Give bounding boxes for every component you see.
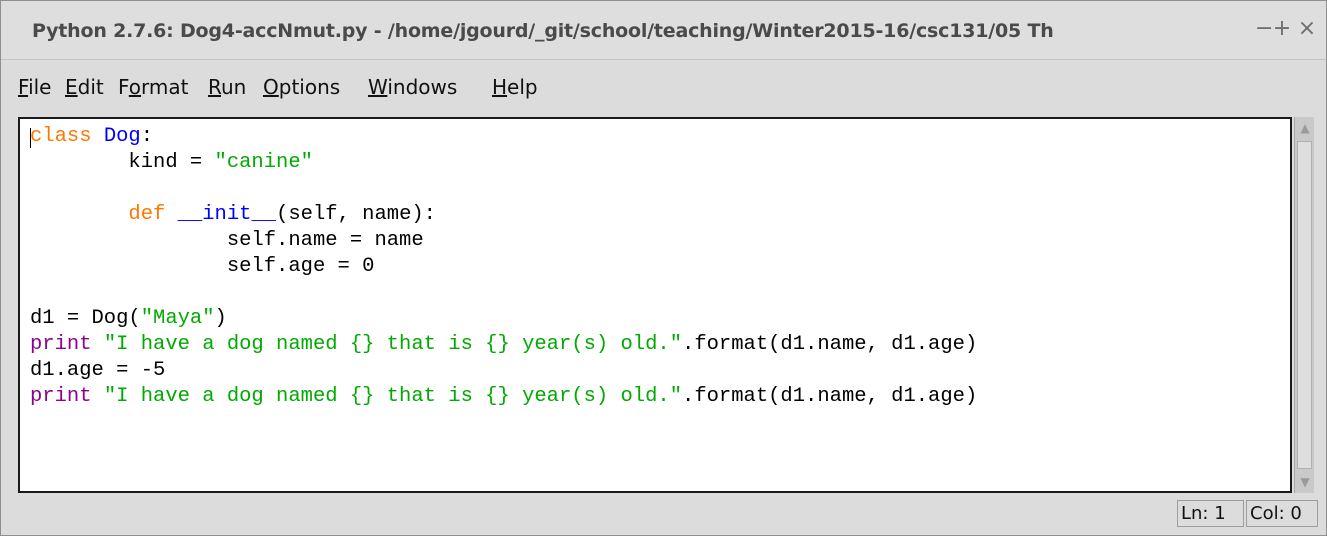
menu-run[interactable]: Run [208, 75, 246, 99]
code-token: .format(d1.name, d1.age) [682, 385, 978, 408]
code-line[interactable]: d1.age = -5 [30, 358, 977, 384]
menu-windows-mnemonic: W [368, 75, 388, 99]
code-line[interactable] [30, 176, 977, 202]
scroll-thumb[interactable] [1297, 141, 1312, 469]
code-token: d1 = Dog( [30, 307, 141, 330]
line-number-status: Ln: 1 [1177, 500, 1244, 527]
menu-options[interactable]: Options [263, 75, 340, 99]
scroll-down-icon[interactable]: ▼ [1297, 472, 1313, 492]
idle-editor-window: Python 2.7.6: Dog4-accNmut.py - /home/jg… [0, 0, 1327, 536]
menu-file-mnemonic: F [18, 75, 29, 99]
code-line[interactable]: d1 = Dog("Maya") [30, 306, 977, 332]
menu-file-label: ile [28, 75, 52, 99]
menu-bar: File Edit Format Run Options Windows Hel… [1, 60, 1326, 112]
code-line[interactable]: print "I have a dog named {} that is {} … [30, 332, 977, 358]
code-token: def [128, 203, 178, 226]
code-token: self.name = name [30, 229, 424, 252]
code-token: print [30, 385, 104, 408]
menu-format-mnemonic: o [128, 75, 142, 99]
code-line[interactable]: self.age = 0 [30, 254, 977, 280]
menu-format[interactable]: Format [118, 75, 189, 99]
minimize-icon[interactable]: − [1255, 17, 1273, 41]
text-cursor [30, 128, 31, 148]
code-line[interactable]: self.name = name [30, 228, 977, 254]
close-icon[interactable]: × [1297, 17, 1317, 41]
status-bar: Ln: 1 Col: 0 [1, 495, 1326, 535]
menu-options-label: ptions [278, 75, 341, 99]
menu-help[interactable]: Help [492, 75, 538, 99]
code-token: .format(d1.name, d1.age) [682, 333, 978, 356]
code-token: __init__ [177, 203, 277, 226]
menu-edit-mnemonic: E [65, 75, 78, 99]
menu-format-label: rmat [141, 75, 189, 99]
code-token: Dog [103, 125, 141, 148]
vertical-scrollbar[interactable]: ▲ ▼ [1294, 117, 1314, 493]
menu-file[interactable]: File [18, 75, 51, 99]
code-token: self.age = 0 [30, 255, 375, 278]
menu-windows-label: indows [387, 75, 458, 99]
scroll-up-icon[interactable]: ▲ [1297, 118, 1313, 138]
code-token: ) [214, 307, 227, 330]
title-bar[interactable]: Python 2.7.6: Dog4-accNmut.py - /home/jg… [1, 1, 1326, 60]
code-token: "I have a dog named {} that is {} year(s… [103, 333, 683, 356]
code-line[interactable] [30, 280, 977, 306]
window-title: Python 2.7.6: Dog4-accNmut.py - /home/jg… [32, 20, 1054, 42]
column-number-status: Col: 0 [1246, 500, 1318, 527]
menu-edit[interactable]: Edit [65, 75, 104, 99]
menu-help-mnemonic: H [492, 75, 508, 99]
code-line[interactable]: class Dog: [30, 124, 977, 150]
code-line[interactable]: kind = "canine" [30, 150, 977, 176]
code-token: class [30, 125, 104, 148]
menu-edit-label: dit [77, 75, 104, 99]
code-token: d1.age = -5 [30, 359, 166, 382]
code-line[interactable]: print "I have a dog named {} that is {} … [30, 384, 977, 410]
menu-help-label: elp [507, 75, 538, 99]
code-token: (self, name): [276, 203, 436, 226]
menu-run-label: un [221, 75, 247, 99]
maximize-icon[interactable]: + [1272, 17, 1292, 41]
code-token: print [30, 333, 104, 356]
code-token: kind = [30, 151, 215, 174]
menu-run-mnemonic: R [208, 75, 221, 99]
menu-windows[interactable]: Windows [368, 75, 457, 99]
code-token: "canine" [214, 151, 313, 174]
menu-options-mnemonic: O [263, 75, 279, 99]
code-editor[interactable]: class Dog: kind = "canine" def __init__(… [18, 117, 1292, 493]
code-token: : [140, 125, 154, 148]
code-line[interactable]: def __init__(self, name): [30, 202, 977, 228]
menu-format-prefix: F [118, 75, 129, 99]
code-token: "I have a dog named {} that is {} year(s… [103, 385, 683, 408]
code-token: "Maya" [140, 307, 215, 330]
code-text[interactable]: class Dog: kind = "canine" def __init__(… [30, 124, 977, 410]
